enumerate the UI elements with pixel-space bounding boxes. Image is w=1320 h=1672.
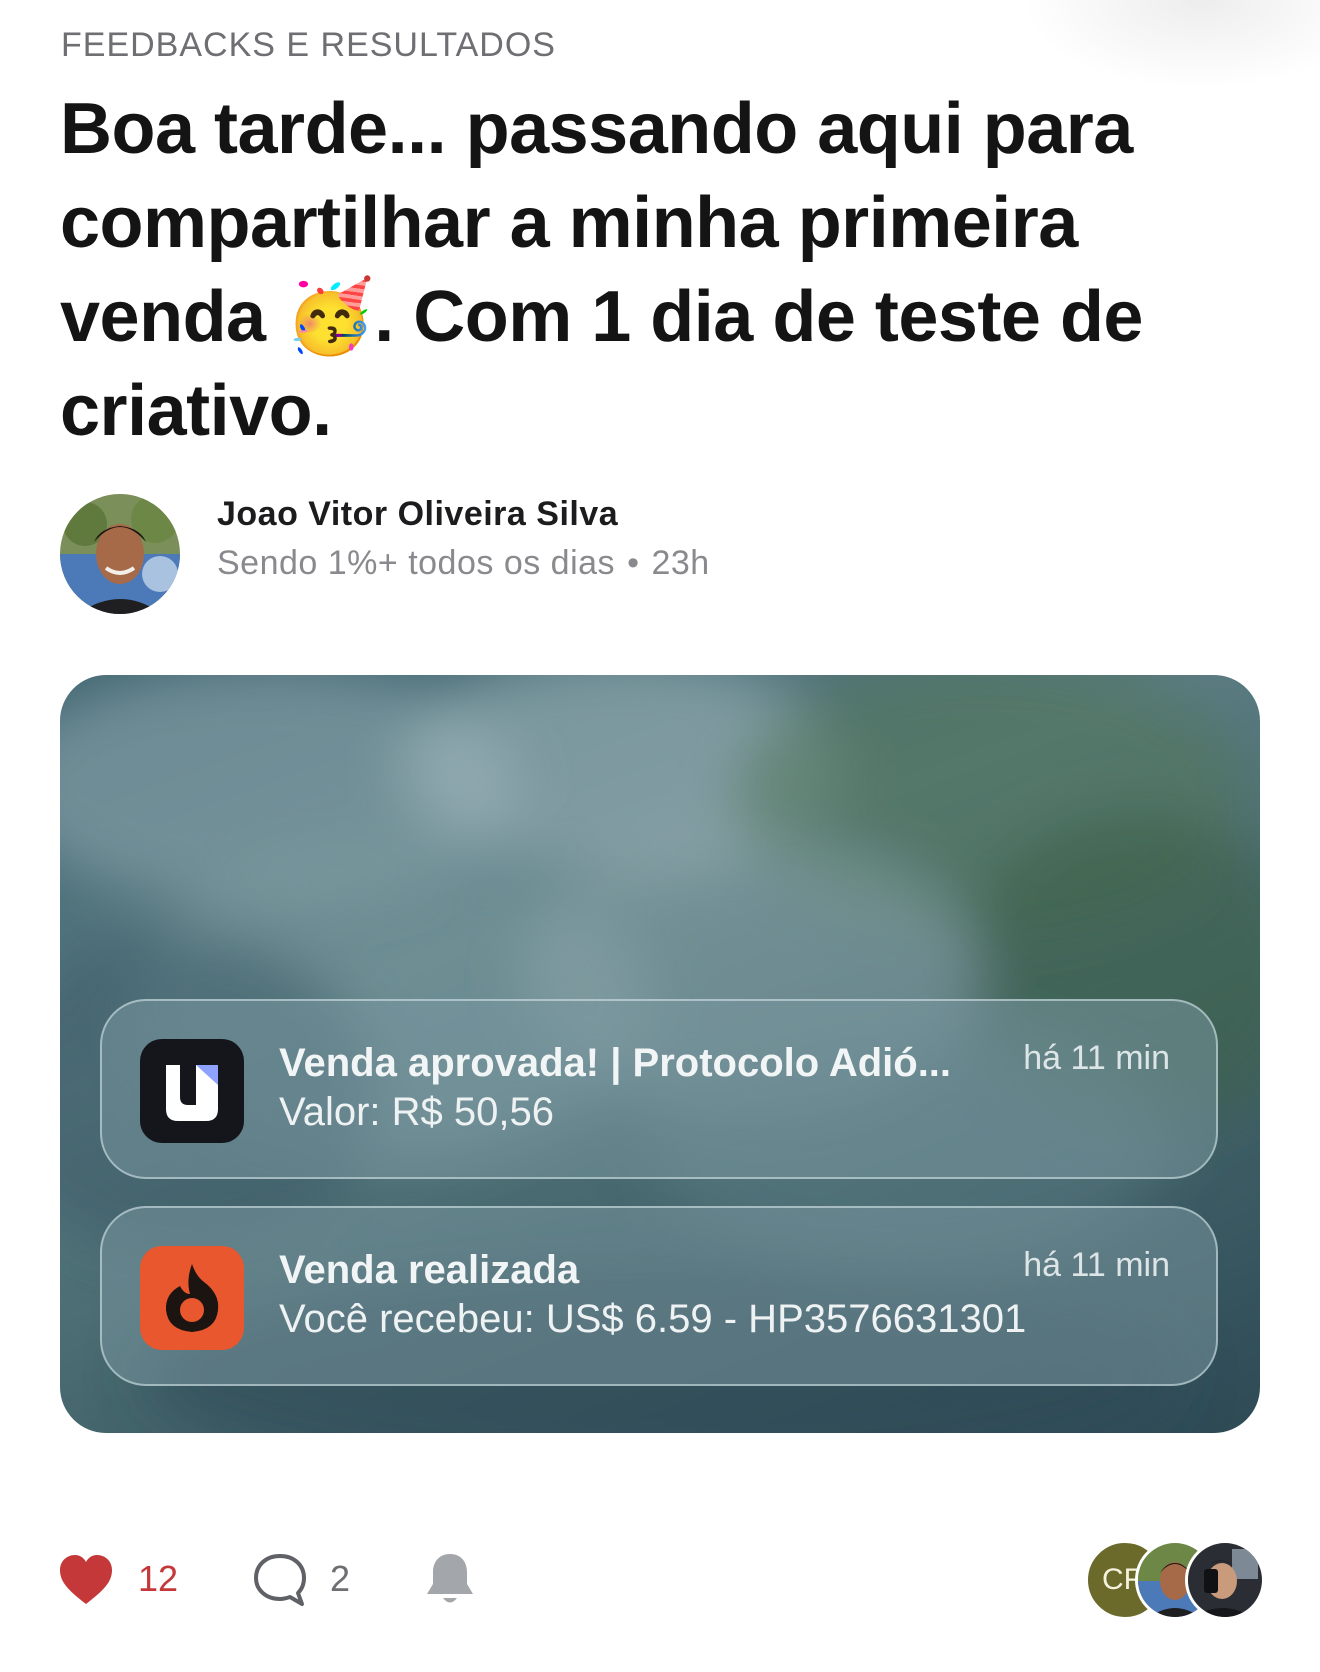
post-page: FEEDBACKS E RESULTADOS Boa tarde... pass… <box>0 0 1320 1672</box>
heart-icon[interactable] <box>58 1554 114 1606</box>
notification-body: Valor: R$ 50,56 <box>279 1090 554 1134</box>
notification-title: Venda realizada <box>279 1248 580 1292</box>
author-avatar-image <box>60 494 180 614</box>
author-avatar[interactable] <box>60 494 180 614</box>
notification-title: Venda aprovada! | Protocolo Adió... <box>279 1041 952 1085</box>
post-title: Boa tarde... passando aqui para comparti… <box>60 82 1240 458</box>
post-category[interactable]: FEEDBACKS E RESULTADOS <box>61 26 556 65</box>
author-meta: Sendo 1%+ todos os dias • 23h <box>217 544 710 583</box>
hotmart-flame-icon <box>140 1246 244 1350</box>
author-name[interactable]: Joao Vitor Oliveira Silva <box>217 495 618 534</box>
post-actions-bar: 12 2 CF <box>0 1540 1320 1620</box>
participants-avatars[interactable]: CF <box>1085 1540 1265 1620</box>
comment-count[interactable]: 2 <box>330 1558 350 1600</box>
bell-icon[interactable] <box>424 1550 476 1608</box>
notification-time: há 11 min <box>1023 1039 1170 1077</box>
party-face-emoji: 🥳 <box>285 277 375 357</box>
participant-avatar <box>1185 1540 1265 1620</box>
like-count[interactable]: 12 <box>138 1558 178 1600</box>
sale-notification[interactable]: Venda aprovada! | Protocolo Adió... Valo… <box>100 999 1218 1179</box>
meta-separator: • <box>627 544 640 582</box>
author-tagline: Sendo 1%+ todos os dias <box>217 544 616 582</box>
post-time: 23h <box>651 544 710 582</box>
comment-icon[interactable] <box>252 1552 308 1608</box>
sale-notification[interactable]: Venda realizada Você recebeu: US$ 6.59 -… <box>100 1206 1218 1386</box>
notification-time: há 11 min <box>1023 1246 1170 1284</box>
post-image[interactable]: Venda aprovada! | Protocolo Adió... Valo… <box>60 675 1260 1433</box>
header-shadow <box>1020 0 1320 90</box>
utmify-icon <box>140 1039 244 1143</box>
notification-body: Você recebeu: US$ 6.59 - HP3576631301 <box>279 1297 1027 1341</box>
